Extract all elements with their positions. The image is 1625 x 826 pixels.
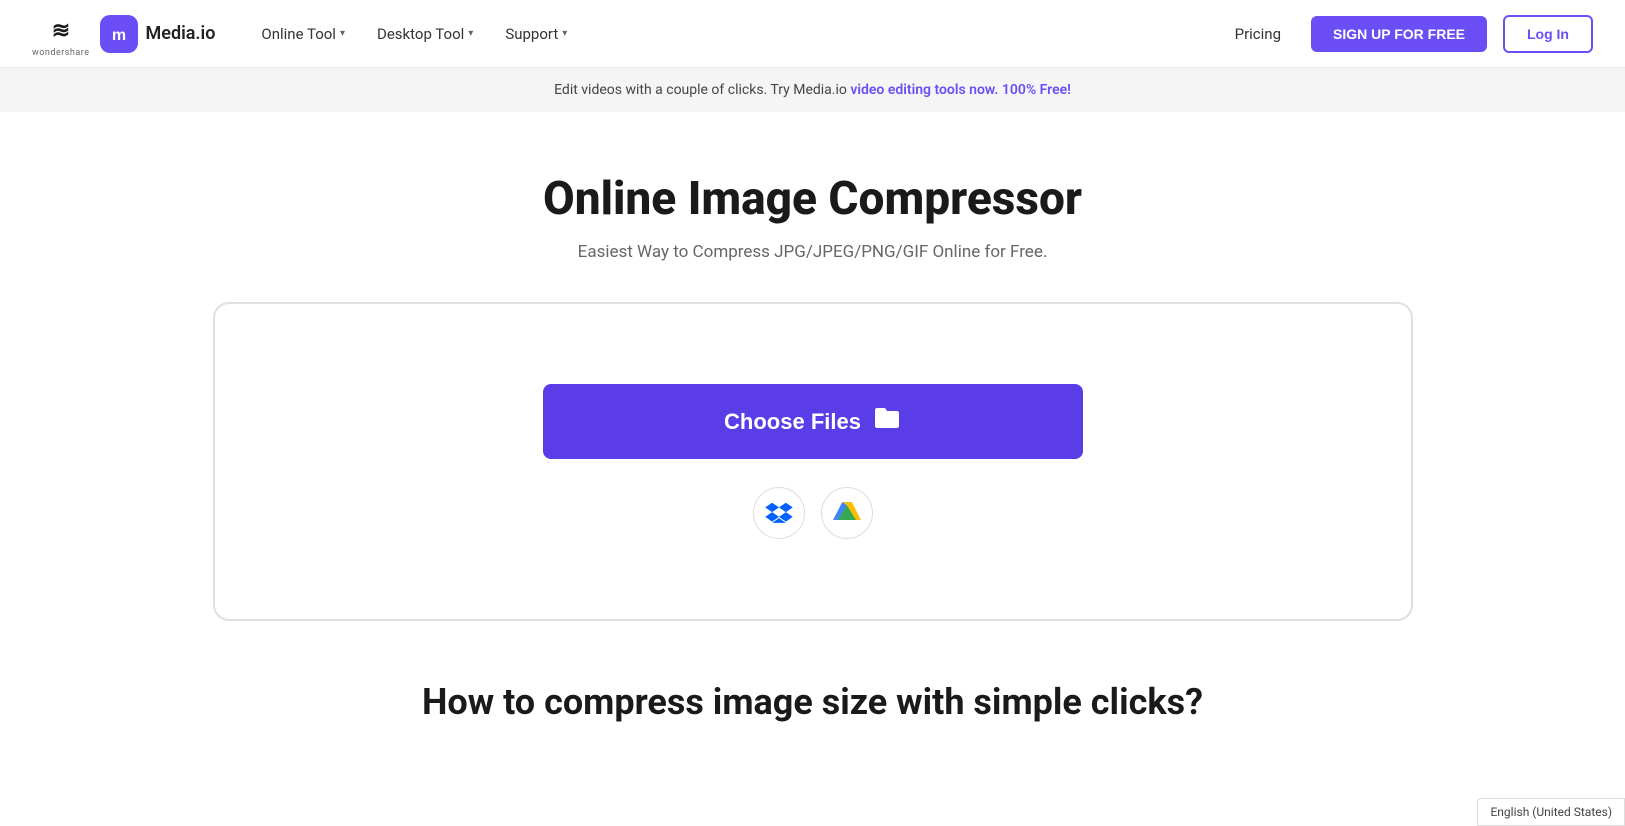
nav-support[interactable]: Support ▾ <box>491 17 581 51</box>
media-io-icon: m <box>108 23 130 45</box>
nav-desktop-tool-label: Desktop Tool <box>377 25 464 43</box>
wondershare-logo[interactable]: ≋ wondershare <box>32 10 90 58</box>
nav-support-label: Support <box>505 25 558 43</box>
cloud-icons <box>753 487 873 539</box>
chevron-down-icon: ▾ <box>468 28 473 39</box>
media-name: Media.io <box>146 23 216 44</box>
navbar-right: Pricing SIGN UP FOR FREE Log In <box>1221 15 1593 53</box>
page-subtitle: Easiest Way to Compress JPG/JPEG/PNG/GIF… <box>578 242 1048 262</box>
dropbox-icon <box>765 501 793 525</box>
svg-text:≋: ≋ <box>52 17 70 42</box>
choose-files-label: Choose Files <box>724 409 861 435</box>
banner-text: Edit videos with a couple of clicks. Try… <box>554 82 850 98</box>
language-label: English (United States) <box>1490 805 1612 819</box>
signup-button[interactable]: SIGN UP FOR FREE <box>1311 16 1487 52</box>
google-drive-button[interactable] <box>821 487 873 539</box>
media-logo[interactable]: m Media.io <box>100 15 216 53</box>
bottom-title: How to compress image size with simple c… <box>422 681 1203 723</box>
wondershare-label: wondershare <box>32 48 90 58</box>
nav-online-tool-label: Online Tool <box>261 25 336 43</box>
chevron-down-icon: ▾ <box>340 28 345 39</box>
login-button[interactable]: Log In <box>1503 15 1593 53</box>
nav-links: Online Tool ▾ Desktop Tool ▾ Support ▾ <box>247 17 1220 51</box>
navbar: ≋ wondershare m Media.io Online Tool ▾ D… <box>0 0 1625 68</box>
wondershare-icon: ≋ <box>43 10 79 46</box>
pricing-link[interactable]: Pricing <box>1221 17 1295 51</box>
google-drive-icon-v2 <box>833 501 861 525</box>
language-badge[interactable]: English (United States) <box>1477 798 1625 826</box>
chevron-down-icon: ▾ <box>562 28 567 39</box>
nav-desktop-tool[interactable]: Desktop Tool ▾ <box>363 17 487 51</box>
promo-banner: Edit videos with a couple of clicks. Try… <box>0 68 1625 112</box>
svg-text:m: m <box>111 26 125 43</box>
choose-files-button[interactable]: Choose Files <box>543 384 1083 459</box>
nav-online-tool[interactable]: Online Tool ▾ <box>247 17 359 51</box>
banner-link[interactable]: video editing tools now. 100% Free! <box>850 82 1071 98</box>
brand-area: ≋ wondershare m Media.io <box>32 10 215 58</box>
main-content: Online Image Compressor Easiest Way to C… <box>0 112 1625 763</box>
dropbox-button[interactable] <box>753 487 805 539</box>
folder-icon <box>873 406 901 437</box>
media-icon: m <box>100 15 138 53</box>
upload-box: Choose Files <box>213 302 1413 621</box>
page-title: Online Image Compressor <box>543 172 1082 226</box>
